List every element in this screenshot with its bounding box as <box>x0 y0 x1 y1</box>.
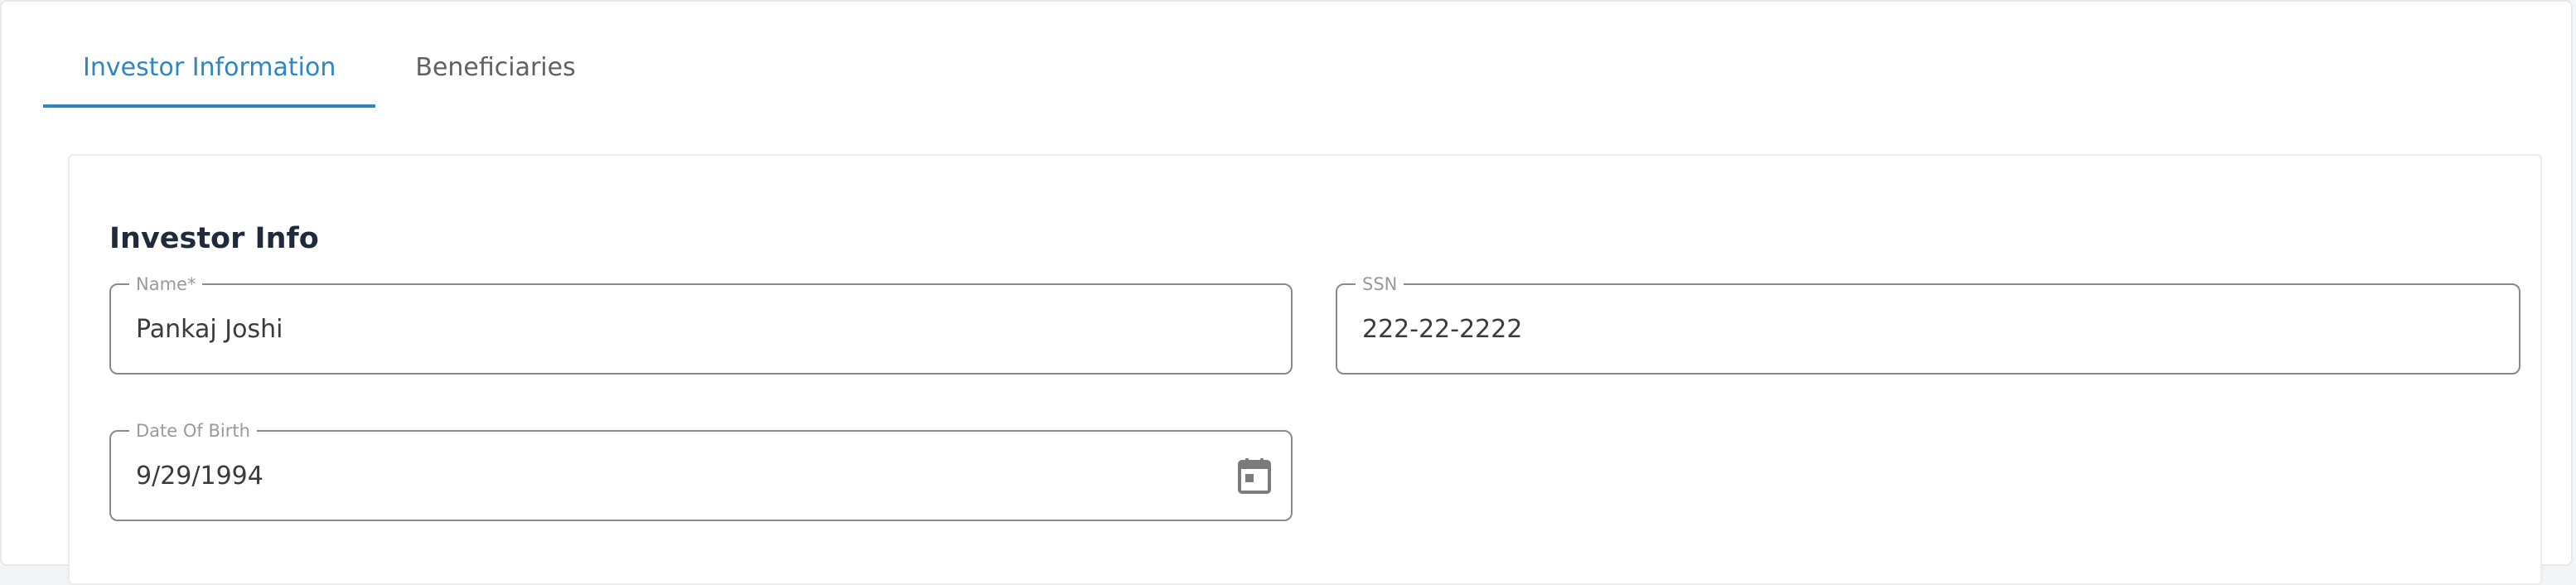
calendar-icon[interactable] <box>1238 457 1271 494</box>
ssn-field[interactable]: SSN 222-22-2222 <box>1336 273 2520 375</box>
tab-label: Beneficiaries <box>415 53 576 82</box>
tab-bar: Investor Information Beneficiaries <box>43 28 616 108</box>
date-of-birth-field[interactable]: Date Of Birth 9/29/1994 <box>109 420 1293 521</box>
tab-label: Investor Information <box>83 53 336 82</box>
section-title: Investor Info <box>109 222 319 255</box>
name-field[interactable]: Name* Pankaj Joshi <box>109 273 1293 375</box>
date-of-birth-field-value[interactable]: 9/29/1994 <box>136 432 1080 520</box>
tab-investor-information[interactable]: Investor Information <box>43 28 376 108</box>
name-field-value[interactable]: Pankaj Joshi <box>136 285 1080 373</box>
page: Investor Information Beneficiaries Inves… <box>0 0 2573 585</box>
tab-beneficiaries[interactable]: Beneficiaries <box>375 28 615 108</box>
investor-info-card: Investor Info Name* Pankaj Joshi SSN 222… <box>68 154 2542 585</box>
ssn-field-value[interactable]: 222-22-2222 <box>1362 285 2308 373</box>
